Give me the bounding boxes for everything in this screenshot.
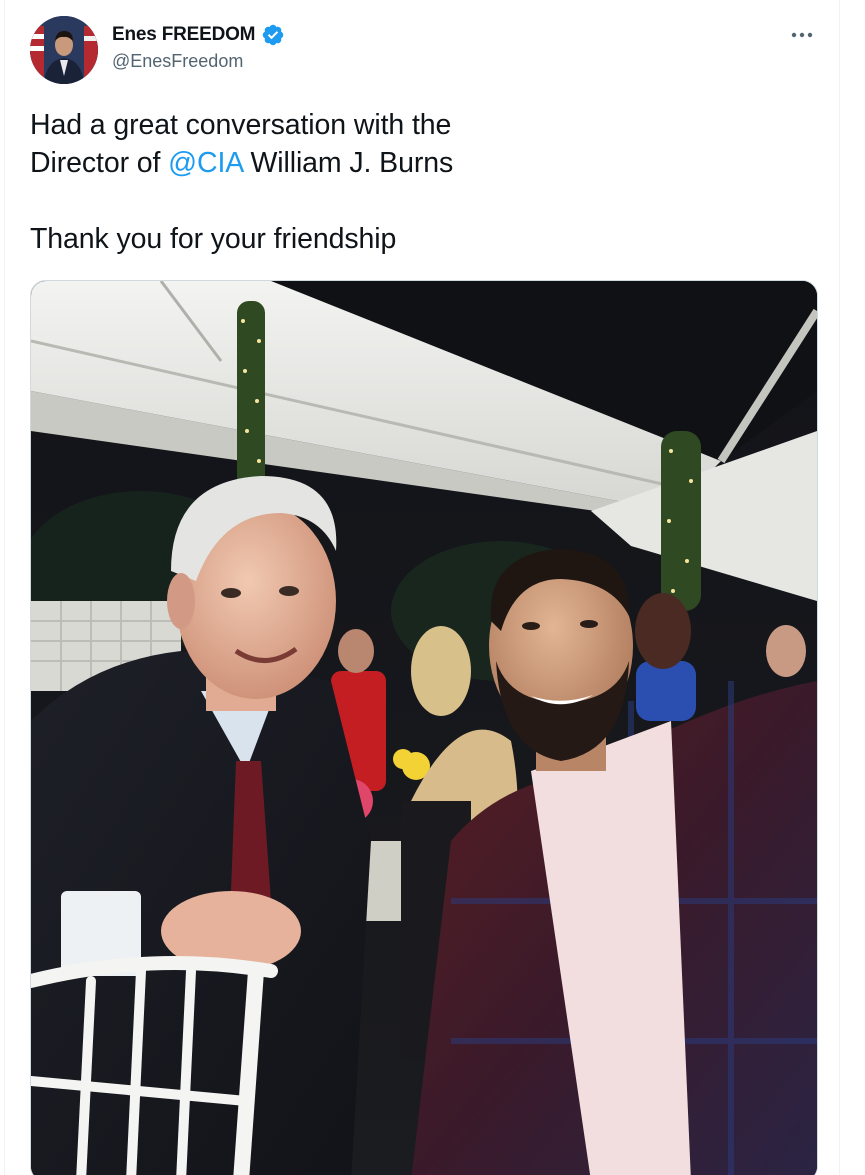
verified-badge-icon xyxy=(261,23,285,47)
author-handle[interactable]: @EnesFreedom xyxy=(112,51,243,72)
photo-image xyxy=(31,281,817,1175)
more-options-button[interactable] xyxy=(785,22,819,48)
avatar-photo-icon xyxy=(30,16,98,84)
tweet-line-2: Director of @CIA William J. Burns xyxy=(30,144,790,182)
author-avatar[interactable] xyxy=(30,16,98,84)
tweet-line-3: Thank you for your friendship xyxy=(30,223,397,255)
tweet-line-1: Had a great conversation with the xyxy=(30,109,452,141)
tweet-card[interactable]: Enes FREEDOM @EnesFreedom Had a great co… xyxy=(4,0,840,1175)
tweet-line-2-suffix: William J. Burns xyxy=(242,147,454,179)
more-horizontal-icon xyxy=(791,32,813,38)
author-name-row[interactable]: Enes FREEDOM xyxy=(112,22,285,48)
tweet-line-2-prefix: Director of xyxy=(30,147,169,179)
author-display-name[interactable]: Enes FREEDOM xyxy=(112,24,255,46)
tweet-text: Had a great conversation with the Direct… xyxy=(30,106,790,258)
mention-link[interactable]: @CIA xyxy=(168,147,243,179)
paragraph-break xyxy=(30,182,790,220)
tweet-photo[interactable] xyxy=(30,280,818,1175)
